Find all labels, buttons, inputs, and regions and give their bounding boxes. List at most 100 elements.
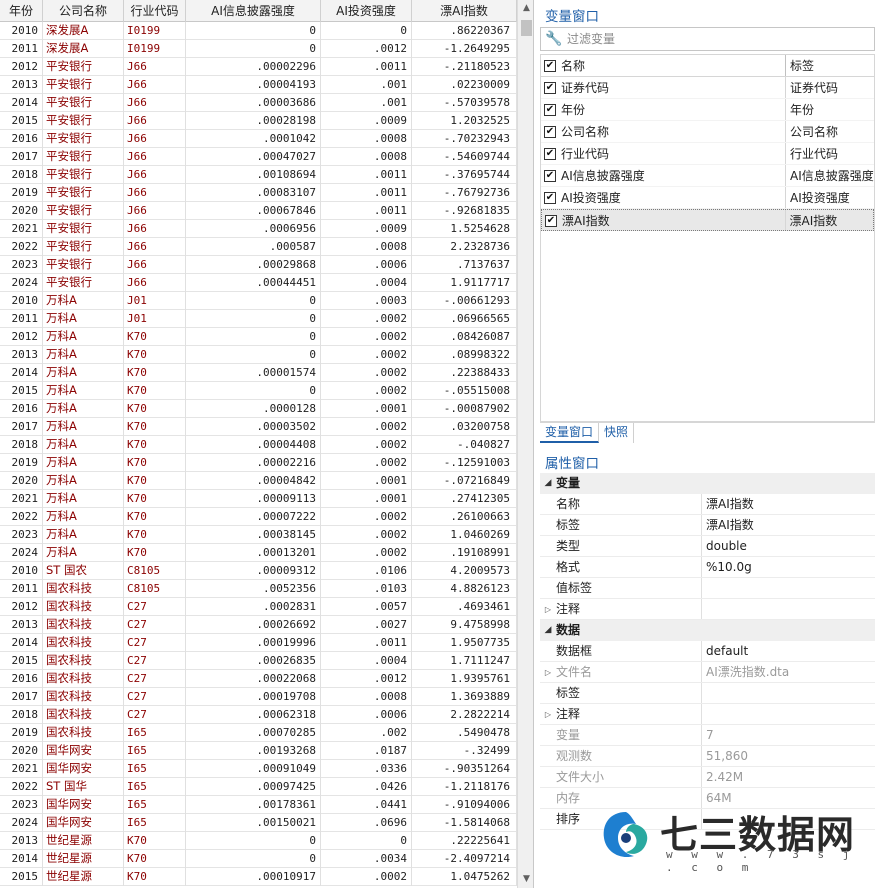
cell-industry-code[interactable]: K70 — [124, 364, 186, 382]
cell-ai-disclosure[interactable]: .0006956 — [186, 220, 321, 238]
cell-ai-washing-index[interactable]: .26100663 — [412, 508, 517, 526]
cell-industry-code[interactable]: J66 — [124, 238, 186, 256]
property-value[interactable]: double — [702, 536, 875, 556]
cell-ai-disclosure[interactable]: .00009113 — [186, 490, 321, 508]
cell-ai-washing-index[interactable]: -.76792736 — [412, 184, 517, 202]
cell-ai-investment[interactable]: .0004 — [321, 652, 412, 670]
table-row[interactable]: 2022 ST 国华 I65.00097425.0426 -1.2118176 — [0, 778, 517, 796]
cell-ai-disclosure[interactable]: .00193268 — [186, 742, 321, 760]
cell-ai-disclosure[interactable]: .00038145 — [186, 526, 321, 544]
cell-ai-washing-index[interactable]: .5490478 — [412, 724, 517, 742]
cell-company-name[interactable]: 国农科技 — [43, 580, 124, 598]
cell-industry-code[interactable]: C8105 — [124, 580, 186, 598]
cell-ai-washing-index[interactable]: -.70232943 — [412, 130, 517, 148]
tab-snapshot[interactable]: 快照 — [599, 423, 635, 443]
cell-ai-washing-index[interactable]: 4.8826123 — [412, 580, 517, 598]
property-row[interactable]: ▷ 注释 — [540, 599, 875, 620]
table-row[interactable]: 2016 万科A K70.0000128.0001 -.00087902 — [0, 400, 517, 418]
cell-company-name[interactable]: 平安银行 — [43, 112, 124, 130]
cell-ai-washing-index[interactable]: -1.2649295 — [412, 40, 517, 58]
table-row[interactable]: 2023 万科A K70.00038145.0002 1.0460269 — [0, 526, 517, 544]
cell-year[interactable]: 2015 — [0, 868, 43, 886]
cell-industry-code[interactable]: J66 — [124, 58, 186, 76]
cell-ai-investment[interactable]: .0008 — [321, 238, 412, 256]
cell-industry-code[interactable]: J66 — [124, 76, 186, 94]
filter-variables-input[interactable] — [567, 30, 867, 48]
cell-ai-disclosure[interactable]: .00004842 — [186, 472, 321, 490]
cell-company-name[interactable]: 国农科技 — [43, 598, 124, 616]
table-row[interactable]: 2015 国农科技 C27.00026835.0004 1.7111247 — [0, 652, 517, 670]
cell-year[interactable]: 2011 — [0, 580, 43, 598]
cell-ai-disclosure[interactable]: .00002296 — [186, 58, 321, 76]
cell-ai-investment[interactable]: .0011 — [321, 202, 412, 220]
expand-triangle-icon[interactable]: ▷ — [540, 599, 556, 619]
cell-company-name[interactable]: 万科A — [43, 454, 124, 472]
cell-ai-washing-index[interactable]: -1.5814068 — [412, 814, 517, 832]
column-header-ai-washing-index[interactable]: 漂AI指数 — [412, 0, 517, 22]
cell-ai-investment[interactable]: .0006 — [321, 706, 412, 724]
cell-company-name[interactable]: 世纪星源 — [43, 850, 124, 868]
variables-list[interactable]: ✔ 名称 标签 ✔ 证券代码 证券代码 ✔ 年份 年份 ✔ 公司名称 公司名称 ✔ 行业代码 行业代码… — [540, 54, 875, 422]
cell-ai-washing-index[interactable]: .19108991 — [412, 544, 517, 562]
cell-year[interactable]: 2020 — [0, 742, 43, 760]
property-section-header[interactable]: ◢ 数据 — [540, 620, 875, 641]
cell-year[interactable]: 2022 — [0, 238, 43, 256]
cell-year[interactable]: 2019 — [0, 724, 43, 742]
variable-checkbox[interactable]: ✔ — [544, 148, 556, 160]
cell-year[interactable]: 2016 — [0, 130, 43, 148]
table-row[interactable]: 2011 国农科技 C8105.0052356.0103 4.8826123 — [0, 580, 517, 598]
cell-ai-disclosure[interactable]: .0052356 — [186, 580, 321, 598]
property-value[interactable]: 7 — [702, 725, 875, 745]
cell-year[interactable]: 2018 — [0, 436, 43, 454]
cell-company-name[interactable]: 深发展A — [43, 22, 124, 40]
table-row[interactable]: 2010 ST 国农 C8105.00009312.0106 4.2009573 — [0, 562, 517, 580]
cell-ai-investment[interactable]: .0006 — [321, 256, 412, 274]
cell-ai-washing-index[interactable]: .86220367 — [412, 22, 517, 40]
cell-company-name[interactable]: 深发展A — [43, 40, 124, 58]
cell-ai-investment[interactable]: .0012 — [321, 40, 412, 58]
cell-company-name[interactable]: 国华网安 — [43, 760, 124, 778]
property-row[interactable]: ▷ 注释 — [540, 704, 875, 725]
cell-ai-disclosure[interactable]: .000587 — [186, 238, 321, 256]
table-row[interactable]: 2013 万科A K70 0.0002.08998322 — [0, 346, 517, 364]
cell-industry-code[interactable]: J01 — [124, 310, 186, 328]
cell-industry-code[interactable]: J66 — [124, 274, 186, 292]
table-row[interactable]: 2010 深发展A I0199 0 0.86220367 — [0, 22, 517, 40]
cell-year[interactable]: 2013 — [0, 346, 43, 364]
table-row[interactable]: 2023 平安银行 J66.00029868.0006.7137637 — [0, 256, 517, 274]
cell-ai-washing-index[interactable]: -1.2118176 — [412, 778, 517, 796]
property-row[interactable]: 标签 — [540, 683, 875, 704]
cell-ai-investment[interactable]: .0009 — [321, 112, 412, 130]
cell-industry-code[interactable]: J66 — [124, 202, 186, 220]
cell-year[interactable]: 2021 — [0, 220, 43, 238]
scroll-up-icon[interactable]: ▲ — [518, 0, 533, 17]
cell-ai-washing-index[interactable]: .22388433 — [412, 364, 517, 382]
cell-ai-washing-index[interactable]: 1.3693889 — [412, 688, 517, 706]
cell-ai-washing-index[interactable]: -.00087902 — [412, 400, 517, 418]
cell-ai-investment[interactable]: 0 — [321, 832, 412, 850]
cell-company-name[interactable]: 万科A — [43, 328, 124, 346]
cell-year[interactable]: 2011 — [0, 40, 43, 58]
cell-ai-investment[interactable]: .0001 — [321, 490, 412, 508]
cell-year[interactable]: 2015 — [0, 112, 43, 130]
cell-year[interactable]: 2012 — [0, 598, 43, 616]
cell-industry-code[interactable]: I0199 — [124, 40, 186, 58]
cell-company-name[interactable]: ST 国农 — [43, 562, 124, 580]
cell-company-name[interactable]: 平安银行 — [43, 220, 124, 238]
cell-industry-code[interactable]: K70 — [124, 436, 186, 454]
scroll-down-icon[interactable]: ▼ — [518, 871, 533, 888]
cell-year[interactable]: 2011 — [0, 310, 43, 328]
table-row[interactable]: 2021 平安银行 J66.0006956.0009 1.5254628 — [0, 220, 517, 238]
cell-year[interactable]: 2013 — [0, 832, 43, 850]
cell-industry-code[interactable]: K70 — [124, 454, 186, 472]
data-browser-grid[interactable]: 年份 公司名称 行业代码 AI信息披露强度 AI投资强度 漂AI指数 2010 深… — [0, 0, 534, 888]
property-value[interactable] — [702, 704, 875, 724]
cell-ai-washing-index[interactable]: -2.4097214 — [412, 850, 517, 868]
cell-industry-code[interactable]: K70 — [124, 418, 186, 436]
cell-company-name[interactable]: 万科A — [43, 436, 124, 454]
cell-ai-investment[interactable]: .0002 — [321, 868, 412, 886]
property-value[interactable]: 2.42M — [702, 767, 875, 787]
column-header-company-name[interactable]: 公司名称 — [43, 0, 124, 22]
cell-ai-disclosure[interactable]: 0 — [186, 310, 321, 328]
cell-year[interactable]: 2018 — [0, 166, 43, 184]
